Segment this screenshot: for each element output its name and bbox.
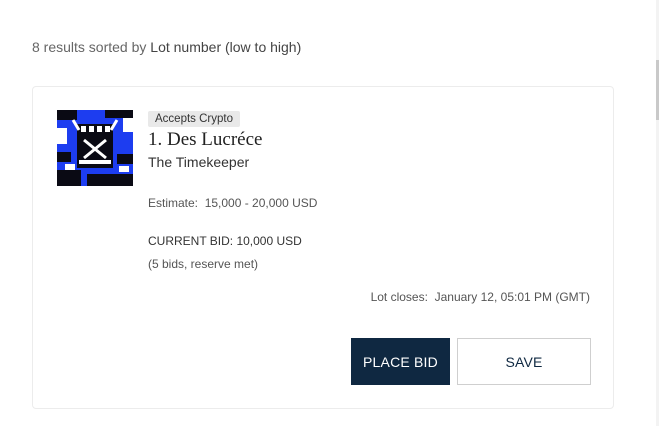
estimate-value: 15,000 - 20,000 USD xyxy=(204,196,318,210)
save-button[interactable]: SAVE xyxy=(457,338,591,385)
accepts-crypto-badge: Accepts Crypto xyxy=(148,111,240,127)
artwork-image xyxy=(57,110,133,186)
lot-card[interactable]: Accepts Crypto 1. Des Lucréce The Timeke… xyxy=(32,86,614,409)
current-bid: CURRENT BID: 10,000 USD xyxy=(148,234,302,248)
lot-title[interactable]: 1. Des Lucréce xyxy=(148,129,262,151)
lot-subtitle: The Timekeeper xyxy=(148,154,250,170)
results-count: 8 results sorted by xyxy=(32,39,147,55)
lot-closes: Lot closes: January 12, 05:01 PM (GMT) xyxy=(371,290,590,304)
bid-info: (5 bids, reserve met) xyxy=(148,257,259,271)
results-summary: 8 results sorted by Lot number (low to h… xyxy=(32,39,301,55)
sort-label[interactable]: Lot number (low to high) xyxy=(150,39,301,55)
lot-closes-value: January 12, 05:01 PM (GMT) xyxy=(434,290,590,304)
estimate-label: Estimate: xyxy=(148,196,199,210)
place-bid-button[interactable]: PLACE BID xyxy=(351,338,450,385)
lot-closes-label: Lot closes: xyxy=(370,290,428,304)
estimate: Estimate: 15,000 - 20,000 USD xyxy=(148,196,317,210)
artwork-thumbnail[interactable] xyxy=(57,110,133,186)
